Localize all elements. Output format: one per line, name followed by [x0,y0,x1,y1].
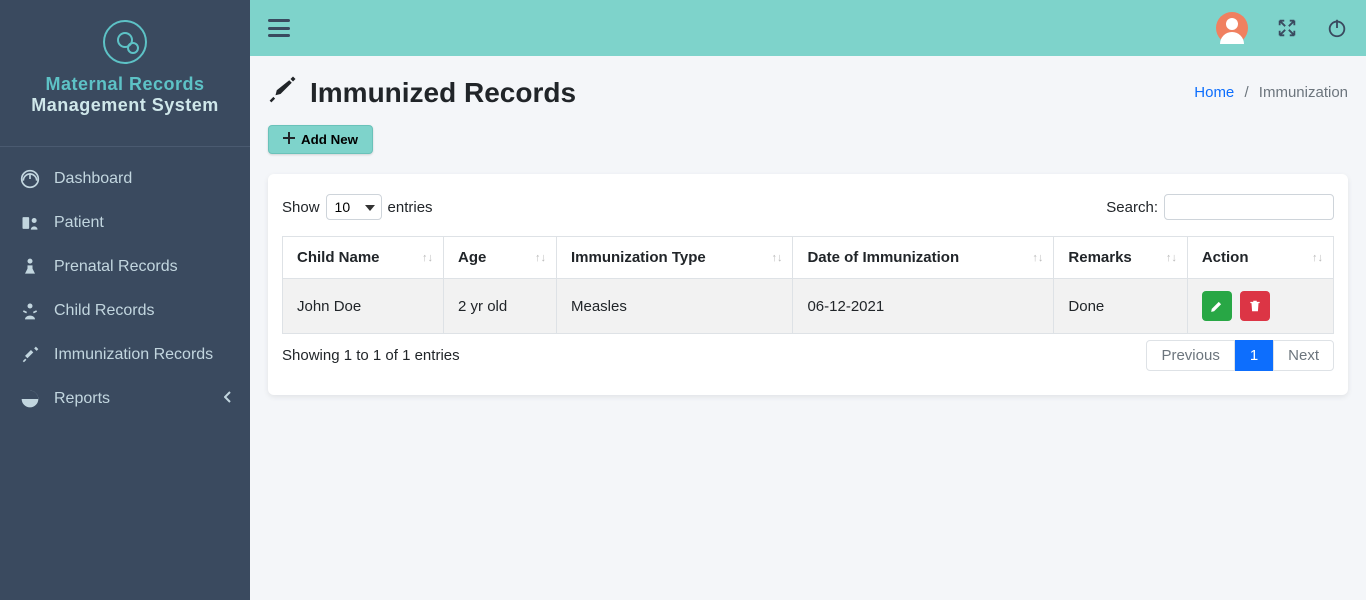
brand: Maternal Records Management System [0,0,250,146]
edit-button[interactable] [1202,291,1232,321]
fullscreen-icon[interactable] [1276,17,1298,39]
sort-icon: ↑↓ [1032,254,1043,262]
brand-line1: Maternal Records [10,74,240,95]
syringe-icon [268,74,298,111]
sidebar: Maternal Records Management System Dashb… [0,0,250,600]
sort-icon: ↑↓ [771,254,782,262]
syringe-icon [20,345,40,365]
sort-icon: ↑↓ [1312,254,1323,262]
delete-button[interactable] [1240,291,1270,321]
sidebar-item-label: Patient [54,214,104,232]
next-button[interactable]: Next [1273,340,1334,371]
sidebar-item-label: Dashboard [54,170,132,188]
previous-button[interactable]: Previous [1146,340,1234,371]
child-icon [20,301,40,321]
sort-icon: ↑↓ [1166,254,1177,262]
dashboard-icon [20,169,40,189]
plus-icon [283,132,295,147]
avatar[interactable] [1216,12,1248,44]
sidebar-item-label: Prenatal Records [54,258,178,276]
table-info: Showing 1 to 1 of 1 entries [282,347,460,364]
col-type[interactable]: Immunization Type ↑↓ [556,237,792,279]
records-card: Show 10 25 50 100 entries Search: [268,174,1348,395]
topbar [250,0,1366,56]
cell-child-name: John Doe [283,279,444,334]
search-label: Search: [1106,199,1158,216]
menu-toggle-icon[interactable] [268,19,290,37]
pagination: Previous 1 Next [1146,340,1334,371]
length-control: Show 10 25 50 100 entries [282,194,433,220]
sidebar-item-prenatal[interactable]: Prenatal Records [0,245,250,289]
chevron-left-icon [224,390,232,408]
brand-line2: Management System [10,95,240,116]
sidebar-item-label: Reports [54,390,110,408]
breadcrumb: Home / Immunization [1194,84,1348,101]
cell-age: 2 yr old [444,279,557,334]
entries-label: entries [388,199,433,216]
col-action: Action ↑↓ [1187,237,1333,279]
page-title-text: Immunized Records [310,77,576,109]
sidebar-item-reports[interactable]: Reports [0,377,250,421]
records-table: Child Name ↑↓ Age ↑↓ Immunization Type ↑… [282,236,1334,334]
power-icon[interactable] [1326,17,1348,39]
add-new-button[interactable]: Add New [268,125,373,154]
patient-icon [20,213,40,233]
search-input[interactable] [1164,194,1334,220]
sidebar-item-label: Child Records [54,302,154,320]
cell-date: 06-12-2021 [793,279,1054,334]
sort-icon: ↑↓ [535,254,546,262]
cell-action [1187,279,1333,334]
col-child-name[interactable]: Child Name ↑↓ [283,237,444,279]
reports-icon [20,389,40,409]
col-remarks[interactable]: Remarks ↑↓ [1054,237,1187,279]
sidebar-item-dashboard[interactable]: Dashboard [0,157,250,201]
breadcrumb-current: Immunization [1259,84,1348,101]
show-label: Show [282,199,320,216]
page-title: Immunized Records [268,74,576,111]
col-age[interactable]: Age ↑↓ [444,237,557,279]
content: Immunized Records Home / Immunization Ad… [250,56,1366,419]
cell-type: Measles [556,279,792,334]
breadcrumb-home[interactable]: Home [1194,84,1234,101]
brand-logo-icon [103,20,147,64]
prenatal-icon [20,257,40,277]
search-control: Search: [1106,194,1334,220]
table-row: John Doe 2 yr old Measles 06-12-2021 Don… [283,279,1334,334]
length-select[interactable]: 10 25 50 100 [326,194,382,220]
sidebar-item-patient[interactable]: Patient [0,201,250,245]
sidebar-nav: Dashboard Patient Prenatal Records Child… [0,146,250,421]
sort-icon: ↑↓ [422,254,433,262]
col-date[interactable]: Date of Immunization ↑↓ [793,237,1054,279]
breadcrumb-sep: / [1244,84,1248,101]
add-new-label: Add New [301,132,358,147]
page-1-button[interactable]: 1 [1235,340,1273,371]
sidebar-item-label: Immunization Records [54,346,213,364]
cell-remarks: Done [1054,279,1187,334]
sidebar-item-child[interactable]: Child Records [0,289,250,333]
sidebar-item-immunization[interactable]: Immunization Records [0,333,250,377]
